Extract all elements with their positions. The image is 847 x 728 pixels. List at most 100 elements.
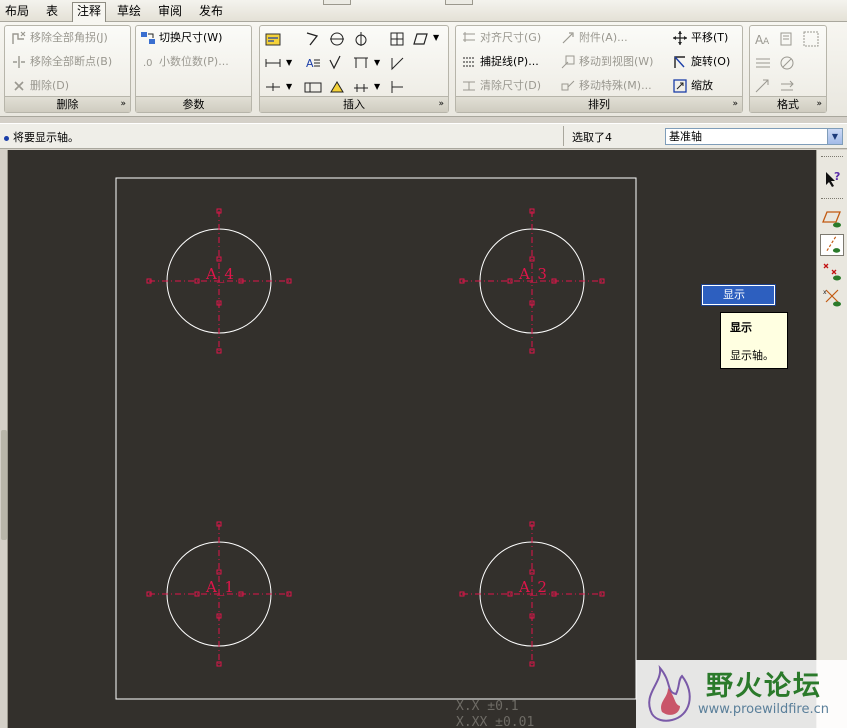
ribbon: 移除全部角拐(J) 移除全部断点(B) 删除(D) 删除 » 切换尺寸(W) .0… bbox=[0, 22, 847, 117]
svg-text:.0: .0 bbox=[143, 58, 153, 69]
status-message-text: 将要显示轴。 bbox=[13, 131, 79, 144]
snap-line-icon bbox=[463, 57, 475, 67]
note-format-icon[interactable] bbox=[778, 30, 796, 48]
group-expand-icon[interactable]: » bbox=[120, 97, 126, 111]
remove-breaks-label: 移除全部断点(B) bbox=[30, 55, 113, 68]
dropdown-arrow-icon[interactable]: ▼ bbox=[286, 58, 292, 67]
selection-filter-select[interactable]: 基准轴 ▼ bbox=[665, 128, 843, 145]
toggle-dimension-button[interactable]: 切换尺寸(W) bbox=[140, 28, 222, 48]
axes-layer: A_4 A_3 A_1 A_2 bbox=[146, 208, 605, 667]
align-dimensions-button[interactable]: 对齐尺寸(G) bbox=[461, 28, 541, 48]
tab-publish[interactable]: 发布 bbox=[195, 3, 227, 21]
rotate-button[interactable]: 旋转(O) bbox=[672, 52, 730, 72]
surface-finish-icon[interactable] bbox=[328, 54, 346, 72]
watermark-url: www.proewildfire.cn bbox=[698, 702, 829, 717]
move-to-view-icon bbox=[561, 55, 575, 69]
tab-annotate[interactable]: 注释 bbox=[72, 2, 107, 22]
symbol-palette-icon[interactable] bbox=[328, 78, 346, 96]
scale-button[interactable]: 缩放 bbox=[672, 76, 713, 96]
tab-table[interactable]: 表 bbox=[42, 3, 62, 21]
tab-review[interactable]: 审阅 bbox=[154, 3, 186, 21]
scale-label: 缩放 bbox=[691, 79, 713, 92]
auto-dimension-icon[interactable] bbox=[352, 54, 370, 72]
ordinate-dimension-icon[interactable] bbox=[352, 30, 370, 48]
group-insert-title: 插入 » bbox=[260, 96, 448, 112]
dropdown-arrow-icon[interactable]: ▼ bbox=[374, 58, 380, 67]
plane-display-icon[interactable] bbox=[820, 208, 844, 230]
offset-line-icon[interactable] bbox=[388, 54, 406, 72]
navigator-toggle-handle[interactable] bbox=[1, 430, 7, 540]
reference-dimension-icon[interactable] bbox=[388, 78, 406, 96]
right-toolbar: ? x bbox=[816, 150, 847, 728]
chain-dimension-icon[interactable] bbox=[264, 78, 282, 96]
move-to-view-button[interactable]: 移动到视图(W) bbox=[560, 52, 653, 72]
axis-display-icon[interactable] bbox=[820, 234, 844, 256]
dropdown-arrow-icon[interactable]: ▼ bbox=[286, 82, 292, 91]
note-icon[interactable]: A bbox=[304, 54, 322, 72]
remove-all-breaks-button[interactable]: 移除全部断点(B) bbox=[11, 52, 112, 72]
info-dot-icon bbox=[4, 135, 9, 141]
group-delete-title-text: 删除 bbox=[56, 98, 79, 111]
text-style-icon[interactable]: AA bbox=[754, 30, 772, 48]
group-expand-icon[interactable]: » bbox=[438, 97, 444, 111]
remove-breaks-icon bbox=[13, 56, 25, 68]
group-insert: ▼ ▼ A ▼ ▼ ▼ 插入 » bbox=[259, 25, 449, 113]
delete-label: 删除(D) bbox=[30, 79, 70, 92]
dimension-common-ref-icon[interactable] bbox=[328, 30, 346, 48]
geometric-tolerance-icon[interactable] bbox=[388, 30, 406, 48]
group-expand-icon[interactable]: » bbox=[816, 97, 822, 111]
decimal-places-button[interactable]: .0 小数位数(P)... bbox=[140, 52, 229, 72]
group-params: 切换尺寸(W) .0 小数位数(P)... 参数 bbox=[135, 25, 252, 113]
message-bar: 将要显示轴。 选取了4 基准轴 ▼ bbox=[0, 123, 847, 149]
tab-layout[interactable]: 布局 bbox=[1, 3, 33, 21]
hatch-icon[interactable] bbox=[778, 54, 796, 72]
quick-access-slot[interactable] bbox=[323, 0, 351, 5]
context-help-icon[interactable]: ? bbox=[820, 168, 844, 190]
remove-all-jogs-button[interactable]: 移除全部角拐(J) bbox=[11, 28, 108, 48]
group-expand-icon[interactable]: » bbox=[732, 97, 738, 111]
group-arrange: 对齐尺寸(G) 附件(A)... 平移(T) 捕捉线(P)... 移动到视图(W… bbox=[455, 25, 743, 113]
scale-icon bbox=[673, 79, 687, 93]
remove-jogs-label: 移除全部角拐(J) bbox=[30, 31, 108, 44]
tab-sketch[interactable]: 草绘 bbox=[113, 3, 145, 21]
selection-filter-value: 基准轴 bbox=[669, 130, 702, 143]
attachment-button[interactable]: 附件(A)... bbox=[560, 28, 628, 48]
point-display-icon[interactable] bbox=[820, 260, 844, 282]
clean-dimensions-button[interactable]: 清除尺寸(D) bbox=[461, 76, 541, 96]
table-format-icon[interactable] bbox=[802, 30, 820, 48]
align-dimensions-icon bbox=[463, 32, 475, 42]
rotate-label: 旋转(O) bbox=[691, 55, 731, 68]
svg-text:A: A bbox=[763, 37, 770, 47]
cosmetic-thread-icon[interactable] bbox=[352, 78, 370, 96]
delete-button[interactable]: 删除(D) bbox=[11, 76, 69, 96]
clean-dimensions-label: 清除尺寸(D) bbox=[480, 79, 542, 92]
dropdown-arrow-icon[interactable]: ▼ bbox=[374, 82, 380, 91]
tolerance-line: X.XX ±0.01 bbox=[456, 715, 534, 728]
move-button[interactable]: 平移(T) bbox=[672, 28, 728, 48]
csys-display-icon[interactable]: x bbox=[820, 286, 844, 308]
axis-label: A_3 bbox=[518, 265, 547, 283]
show-model-annotations-icon[interactable] bbox=[264, 30, 282, 48]
attachment-label: 附件(A)... bbox=[579, 31, 628, 44]
dimension-new-refs-icon[interactable] bbox=[304, 30, 322, 48]
quick-access-slot[interactable] bbox=[445, 0, 473, 5]
swap-icon[interactable] bbox=[778, 78, 796, 96]
group-format-title: 格式 » bbox=[750, 96, 826, 112]
move-special-button[interactable]: 移动特殊(M)... bbox=[560, 76, 652, 96]
chevron-down-icon[interactable]: ▼ bbox=[827, 129, 842, 144]
drawing-view[interactable]: A_4 A_3 A_1 A_2 X.X ±0.1 X.XX ±0.01 bbox=[0, 150, 816, 728]
snap-line-button[interactable]: 捕捉线(P)... bbox=[461, 52, 539, 72]
svg-text:A: A bbox=[306, 57, 314, 70]
datum-plane-icon[interactable] bbox=[412, 30, 430, 48]
line-style-icon[interactable] bbox=[754, 54, 772, 72]
arrow-style-icon[interactable] bbox=[754, 78, 772, 96]
toolbar-grip[interactable] bbox=[821, 156, 843, 158]
dropdown-arrow-icon[interactable]: ▼ bbox=[433, 33, 439, 42]
tooltip-body: 显示轴。 bbox=[730, 349, 774, 362]
group-params-title: 参数 bbox=[136, 96, 251, 112]
toolbar-grip[interactable] bbox=[821, 198, 843, 200]
group-params-title-text: 参数 bbox=[182, 98, 205, 111]
baseline-dimension-icon[interactable] bbox=[264, 54, 282, 72]
symbol-table-icon[interactable] bbox=[304, 78, 322, 96]
show-axes-button[interactable]: 显示 bbox=[701, 284, 776, 306]
